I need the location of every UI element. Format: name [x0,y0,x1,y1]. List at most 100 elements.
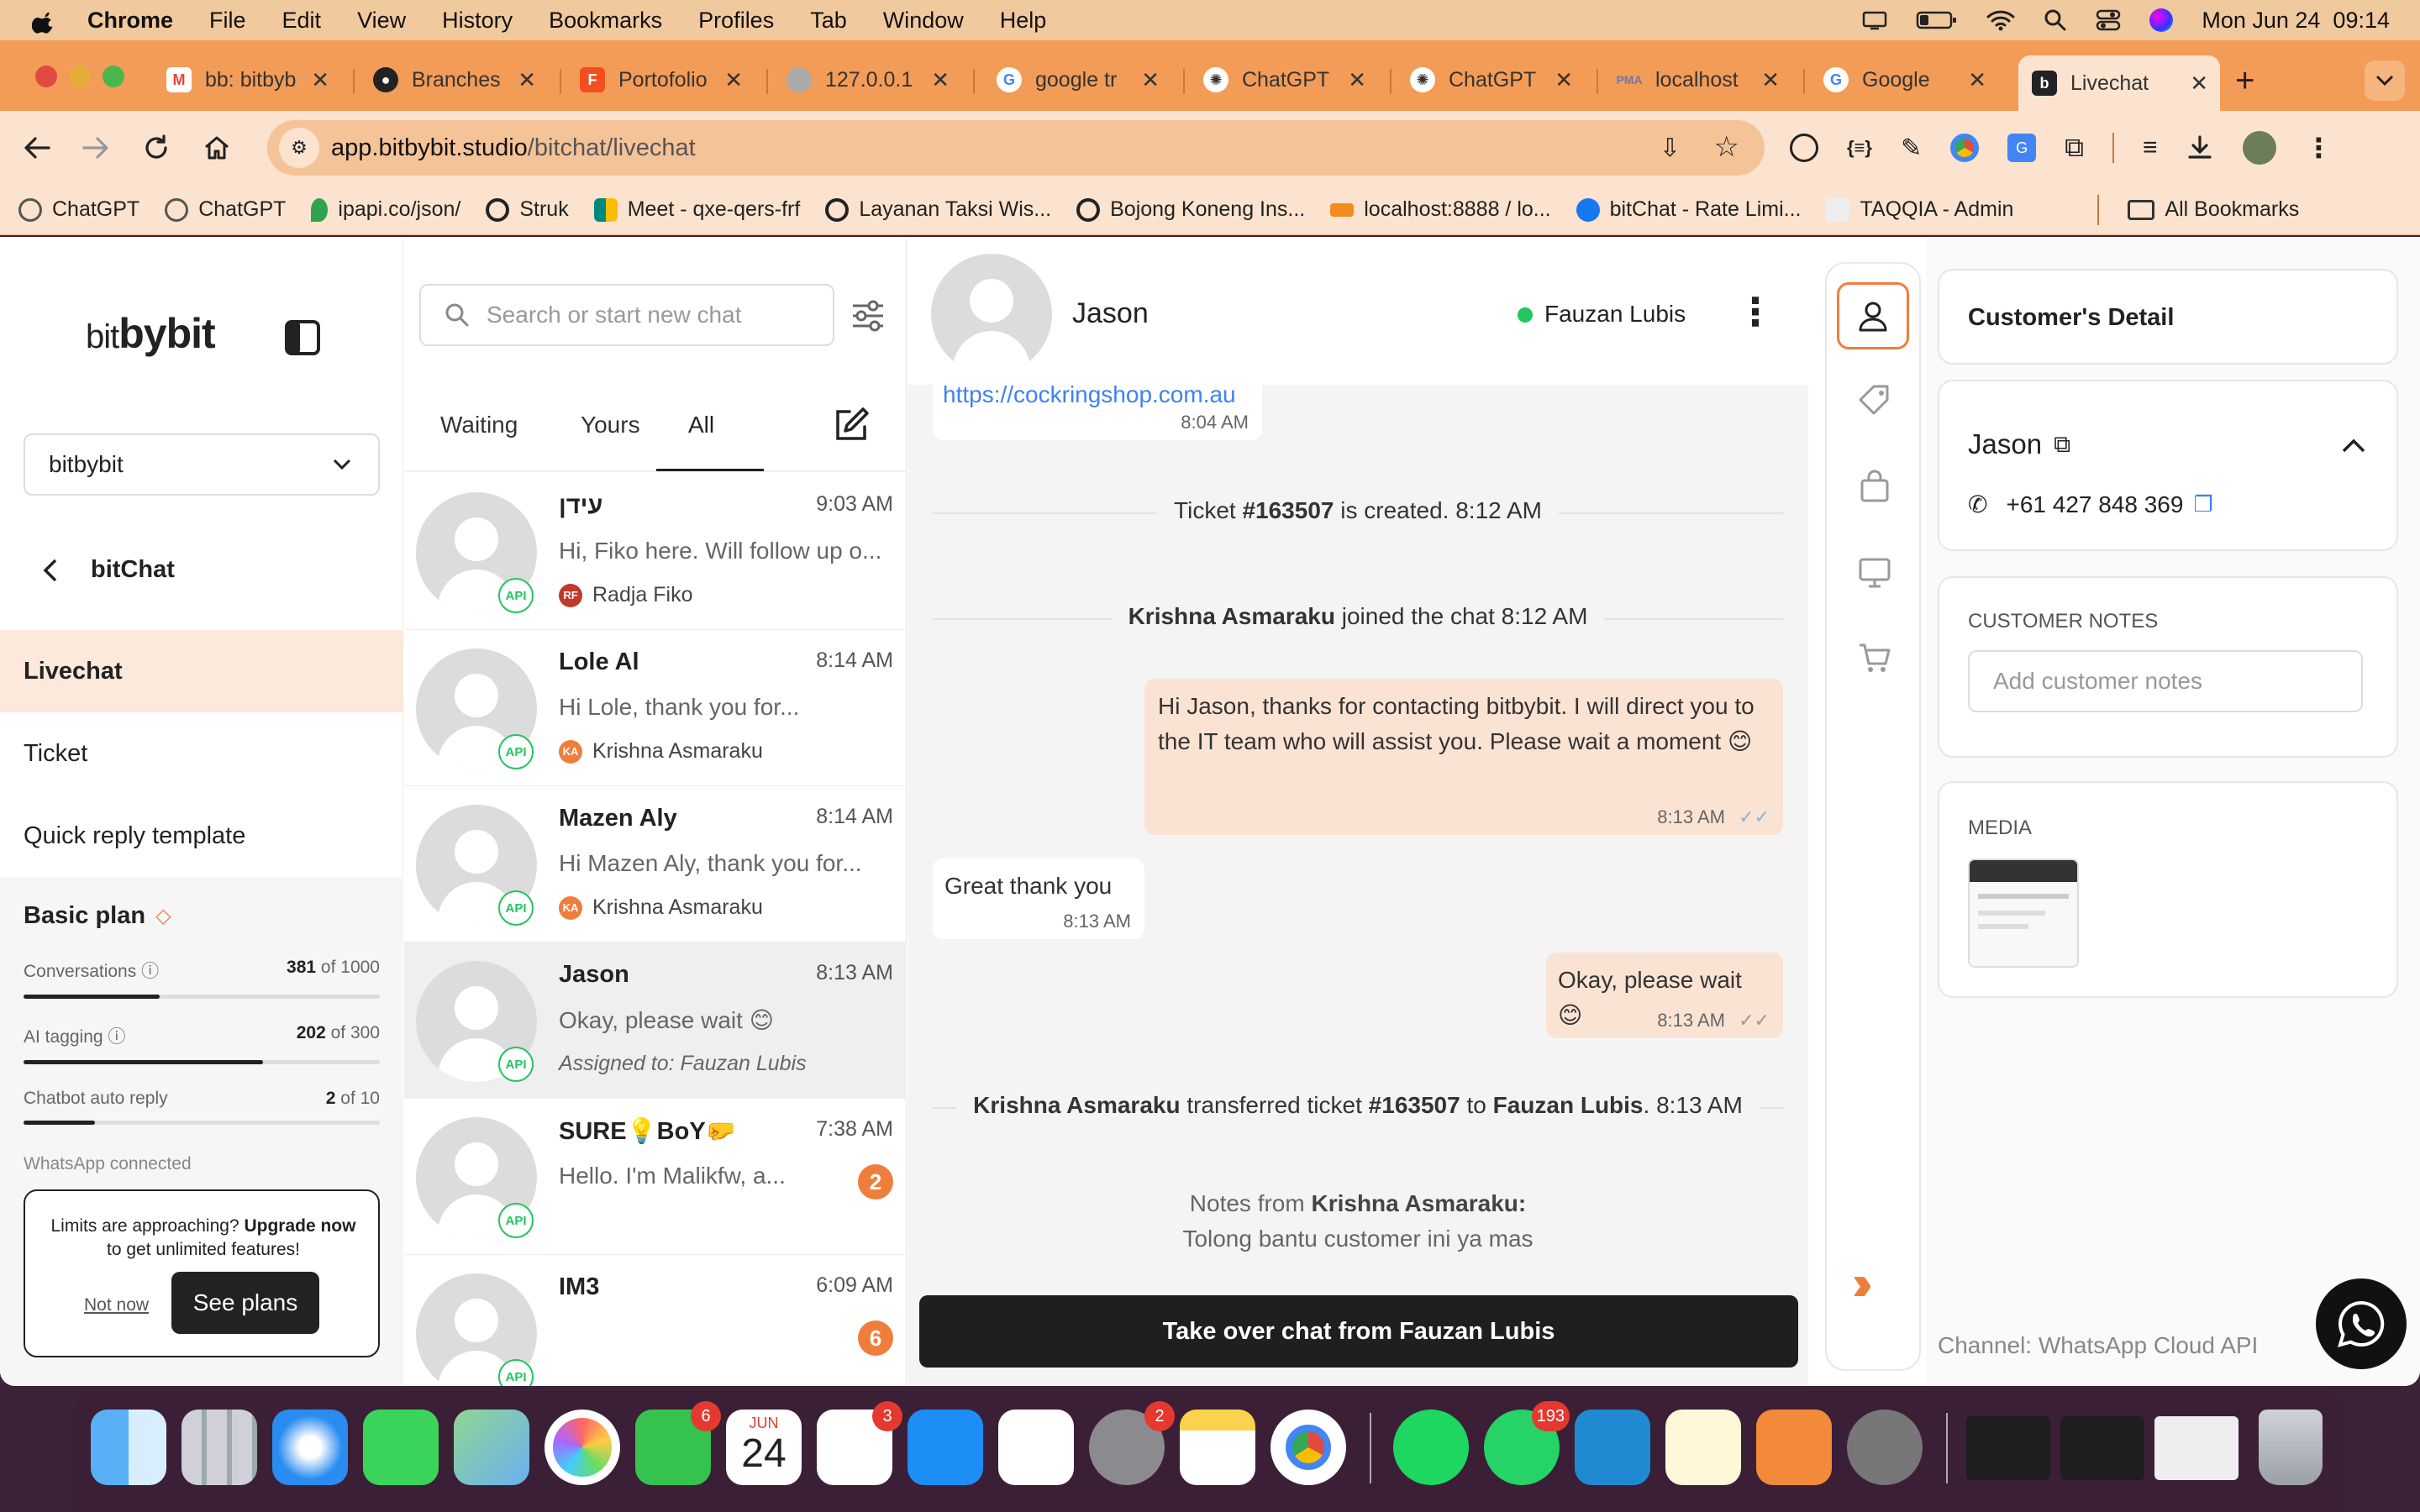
menubar-clock[interactable]: Mon Jun 24 09:14 [2202,8,2390,34]
back-arrow-icon[interactable] [22,133,52,163]
download-icon[interactable] [2186,134,2214,162]
chevron-up-icon[interactable] [2341,437,2366,454]
photos-icon[interactable] [544,1410,620,1485]
bookmark-item[interactable]: Bojong Koneng Ins... [1076,197,1305,222]
system-settings-icon[interactable]: 2 [1089,1401,1175,1485]
close-tab-icon[interactable]: ✕ [724,67,743,93]
notes-icon[interactable] [1180,1410,1255,1485]
browser-tab[interactable]: ● Branches ✕ [373,59,541,101]
facetime-icon[interactable]: 6 [635,1401,721,1485]
browser-tab[interactable]: ✺ ChatGPT ✕ [1410,59,1578,101]
customer-notes-input[interactable]: Add customer notes [1968,650,2363,712]
browser-tab[interactable]: ✺ ChatGPT ✕ [1203,59,1371,101]
trash-icon[interactable] [2259,1410,2323,1485]
tab-all[interactable]: All [688,412,714,438]
chat-list-item[interactable]: API IM3 6:09 AM 6 [404,1255,907,1386]
close-tab-icon[interactable]: ✕ [1968,67,1986,93]
window-close-button[interactable] [35,66,57,87]
tableplus-icon[interactable] [1847,1410,1923,1485]
filter-sliders-icon[interactable] [850,297,886,334]
shopping-bag-icon[interactable] [1857,469,1892,504]
browser-tab-active[interactable]: b Livechat ✕ [2018,55,2220,111]
browser-tab[interactable]: Ggoogle tr ✕ [997,59,1165,101]
bookmark-item[interactable]: Meet - qxe-qers-frf [593,197,800,222]
info-icon[interactable]: ⓘ [108,1027,125,1047]
json-extension-icon[interactable]: {≡} [1847,137,1872,159]
menu-profiles[interactable]: Profiles [698,8,774,34]
chrome-menu-icon[interactable]: ⋮ [2305,132,2332,164]
customer-detail-tab[interactable] [1837,282,1909,349]
maps-icon[interactable] [454,1410,529,1485]
contact-name[interactable]: Jason [1072,297,1149,330]
vscode-icon[interactable] [1575,1410,1650,1485]
cart-icon[interactable] [1857,640,1892,675]
menu-bookmarks[interactable]: Bookmarks [549,8,662,34]
whatsapp-dock-icon[interactable]: 193 [1484,1401,1570,1485]
close-tab-icon[interactable]: ✕ [2190,71,2208,97]
safari-icon[interactable] [272,1410,348,1485]
menu-help[interactable]: Help [1000,8,1047,34]
sidebar-item-livechat[interactable]: Livechat [0,630,403,712]
close-tab-icon[interactable]: ✕ [931,67,950,93]
close-tab-icon[interactable]: ✕ [1761,67,1780,93]
browser-tab[interactable]: 127.0.0.1 ✕ [786,59,955,101]
sidebar-item-quick-reply[interactable]: Quick reply template [0,795,403,877]
bookmark-star-icon[interactable]: ☆ [1714,130,1739,164]
menu-tab[interactable]: Tab [810,8,847,34]
bookmark-item[interactable]: Struk [486,197,569,222]
home-icon[interactable] [202,133,232,163]
launchpad-icon[interactable] [182,1410,257,1485]
tab-search-button[interactable] [2365,60,2405,101]
apple-icon[interactable] [32,6,57,34]
install-app-icon[interactable]: ⇩ [1660,134,1681,163]
bitbybit-dock-icon[interactable] [1665,1410,1741,1485]
copy-icon[interactable]: ❐ [2193,491,2212,517]
monitor-icon[interactable] [1857,554,1892,590]
finder-icon[interactable] [91,1410,166,1485]
minimized-window-thumbnail[interactable] [1966,1416,2050,1480]
contact-avatar[interactable] [931,254,1052,375]
screen-mirror-icon[interactable] [1862,10,1887,30]
color-picker-icon[interactable]: ✎ [1901,134,1922,163]
message-link[interactable]: https://cockringshop.com.au [943,381,1236,407]
tab-waiting[interactable]: Waiting [440,412,518,438]
workspace-select[interactable]: bitbybit [24,433,380,496]
all-bookmarks-button[interactable]: All Bookmarks [2128,197,2299,222]
address-bar[interactable]: ⚙ app.bitbybit.studio/bitchat/livechat ⇩… [267,120,1765,176]
compose-icon[interactable] [831,405,871,445]
sidebar-item-ticket[interactable]: Ticket [0,712,403,795]
reload-icon[interactable] [141,133,171,163]
bookmark-item[interactable]: TAQQIA - Admin [1826,197,2013,222]
close-tab-icon[interactable]: ✕ [1555,67,1573,93]
wifi-icon[interactable] [1986,9,2015,31]
control-center-icon[interactable] [2096,9,2121,31]
info-icon[interactable]: ⓘ [141,962,159,981]
browser-tab[interactable]: PMA localhost ✕ [1617,59,1785,101]
chat-list-item-selected[interactable]: API Jason 8:13 AM Okay, please wait 😊 As… [404,942,907,1099]
freeform-icon[interactable] [998,1410,1074,1485]
calendar-icon[interactable]: JUN 24 [726,1410,802,1485]
chat-list-item[interactable]: API Lole Al 8:14 AM Hi Lole, thank you f… [404,630,907,786]
browser-tab[interactable]: F Portofolio ✕ [580,59,748,101]
customer-name[interactable]: Jason ⧉ [1968,428,2070,460]
chrome-icon[interactable] [1270,1410,1346,1485]
collapse-sidebar-icon[interactable] [284,319,321,356]
menu-window[interactable]: Window [883,8,964,34]
more-options-icon[interactable]: ⋮ [1736,289,1775,334]
new-tab-plus-icon[interactable]: + [2235,62,2254,100]
site-info-icon[interactable]: ⚙ [279,128,319,168]
pen-tool-icon[interactable] [1756,1410,1832,1485]
close-tab-icon[interactable]: ✕ [311,67,329,93]
menu-view[interactable]: View [357,8,406,34]
close-tab-icon[interactable]: ✕ [1141,67,1160,93]
forward-arrow-icon[interactable] [81,133,111,163]
browser-tab[interactable]: Mbb: bitbyb ✕ [166,59,334,101]
profile-avatar[interactable] [2243,131,2277,165]
chat-list-item[interactable]: API עידן 9:03 AM Hi, Fiko here. Will fol… [404,474,907,630]
window-minimize-button[interactable] [69,66,91,87]
messages-icon[interactable] [363,1410,439,1485]
menu-app-name[interactable]: Chrome [87,8,173,34]
puzzle-extensions-icon[interactable]: ⧉ [2065,132,2084,164]
bookmark-item[interactable]: Layanan Taksi Wis... [825,197,1051,222]
menu-file[interactable]: File [209,8,246,34]
